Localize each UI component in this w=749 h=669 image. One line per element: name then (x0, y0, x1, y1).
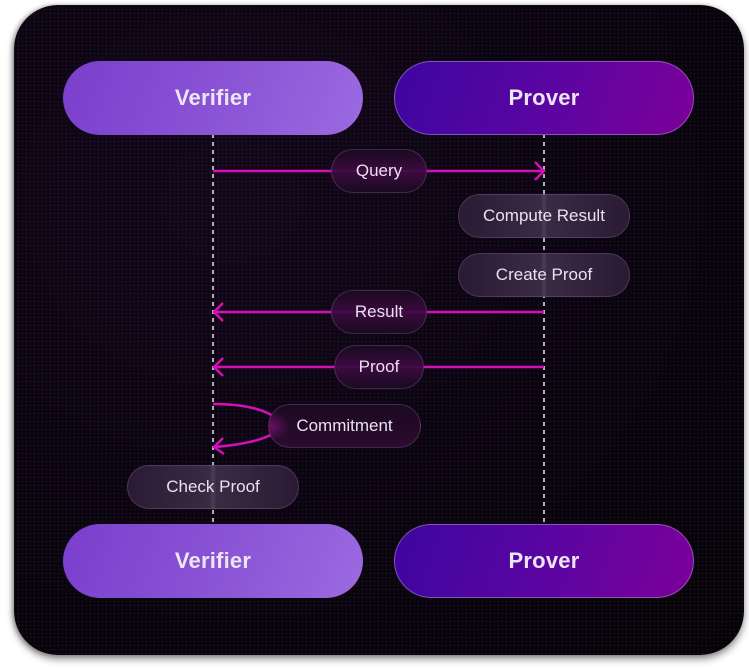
prover-label: Prover (508, 548, 580, 573)
message-label: Proof (358, 357, 400, 376)
action-label: Compute Result (483, 206, 605, 225)
action-check-proof[interactable]: Check Proof (127, 465, 299, 509)
message-commitment[interactable]: Commitment (268, 404, 421, 448)
message-label: Query (355, 161, 403, 180)
action-create-proof[interactable]: Create Proof (458, 253, 630, 297)
message-result[interactable]: Result (331, 290, 427, 334)
verifier-participant-top[interactable]: Verifier (63, 61, 363, 135)
prover-participant-bottom[interactable]: Prover (394, 524, 694, 598)
verifier-participant-bottom[interactable]: Verifier (63, 524, 363, 598)
prover-participant-top[interactable]: Prover (394, 61, 694, 135)
action-label: Create Proof (495, 265, 593, 284)
action-compute-result[interactable]: Compute Result (458, 194, 630, 238)
message-label: Commitment (296, 416, 393, 435)
verifier-label: Verifier (174, 548, 252, 573)
message-proof[interactable]: Proof (334, 345, 424, 389)
prover-label: Prover (508, 85, 580, 110)
action-label: Check Proof (166, 477, 260, 496)
verifier-label: Verifier (174, 85, 252, 110)
message-query[interactable]: Query (331, 149, 427, 193)
message-label: Result (354, 302, 404, 321)
